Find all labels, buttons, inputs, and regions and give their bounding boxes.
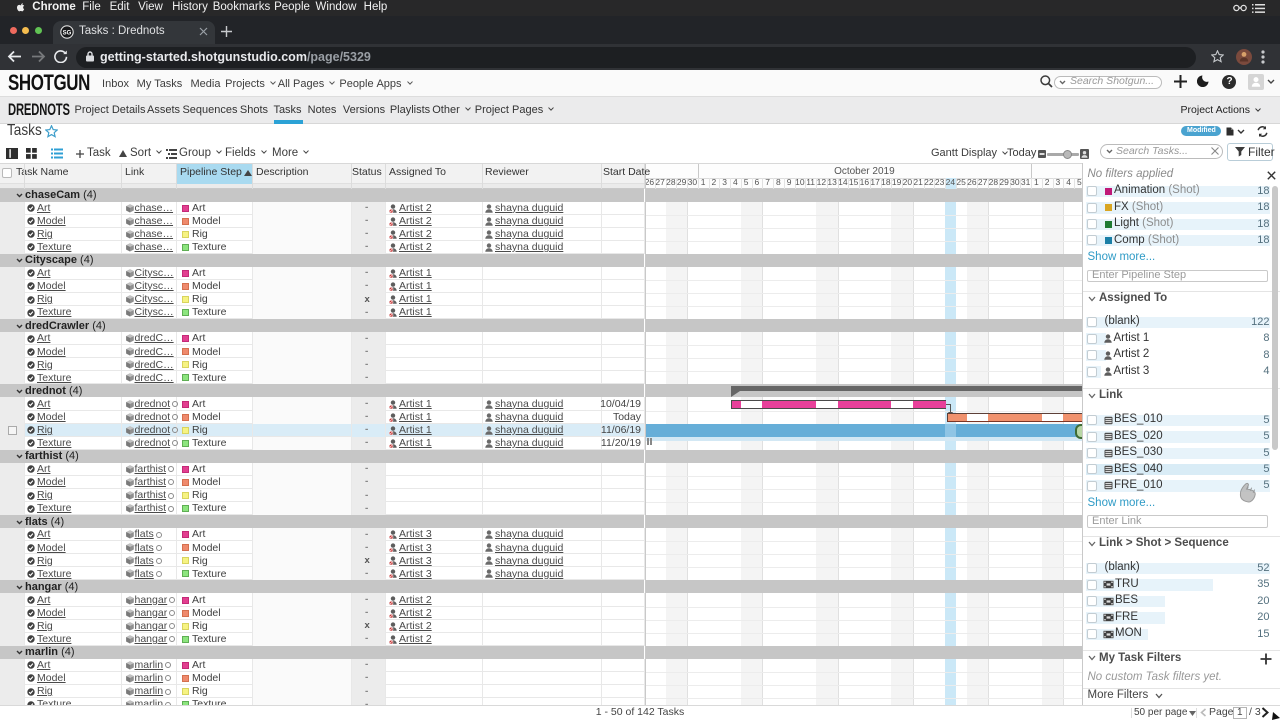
- svg-text:SG: SG: [63, 30, 72, 36]
